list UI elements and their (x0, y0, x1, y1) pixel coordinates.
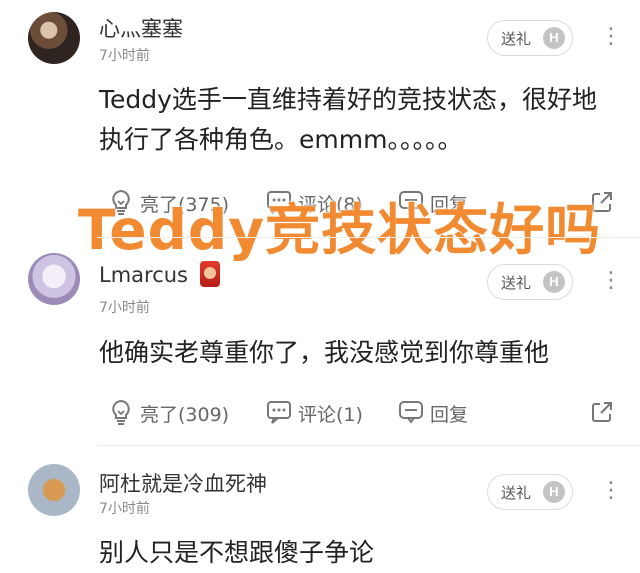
gift-label: 送礼 (501, 30, 532, 48)
comment-text: 他确实老尊重你了，我没感觉到你尊重他 (99, 338, 550, 367)
gift-badge-icon: H (543, 27, 565, 49)
more-vertical-icon[interactable]: ⋮ (600, 480, 622, 502)
lightbulb-icon (112, 399, 130, 425)
avatar[interactable] (28, 253, 80, 305)
share-icon[interactable] (590, 400, 614, 424)
gift-label: 送礼 (501, 274, 532, 292)
like-count: 亮了(309) (140, 404, 230, 426)
user-badge-icon (200, 261, 220, 287)
reply-label: 回复 (430, 404, 469, 426)
comment-count: 评论(1) (298, 404, 363, 426)
overlay-title: Teddy竞技状态好吗 (78, 198, 602, 262)
divider (97, 445, 640, 446)
timestamp: 7小时前 (99, 48, 150, 64)
gift-label: 送礼 (501, 484, 532, 502)
username[interactable]: Lmarcus (99, 263, 188, 287)
comment-bubble-icon (267, 401, 291, 424)
gift-button[interactable]: 送礼 H (487, 474, 573, 510)
divider (97, 237, 640, 238)
username[interactable]: 心灬塞塞 (99, 13, 183, 43)
comment-text: 别人只是不想跟傻子争论 (99, 538, 375, 567)
avatar[interactable] (28, 464, 80, 516)
reply-bubble-icon (399, 401, 423, 424)
timestamp: 7小时前 (99, 300, 150, 316)
username[interactable]: 阿杜就是冷血死神 (99, 468, 267, 498)
comment-text: Teddy选手一直维持着好的竞技状态，很好地执行了各种角色。emmm。。。。。 (99, 85, 597, 154)
gift-badge-icon: H (543, 271, 565, 293)
gift-badge-icon: H (543, 481, 565, 503)
gift-button[interactable]: 送礼 H (487, 20, 573, 56)
timestamp: 7小时前 (99, 501, 150, 517)
more-vertical-icon[interactable]: ⋮ (600, 26, 622, 48)
more-vertical-icon[interactable]: ⋮ (600, 270, 622, 292)
gift-button[interactable]: 送礼 H (487, 264, 573, 300)
avatar[interactable] (28, 12, 80, 64)
